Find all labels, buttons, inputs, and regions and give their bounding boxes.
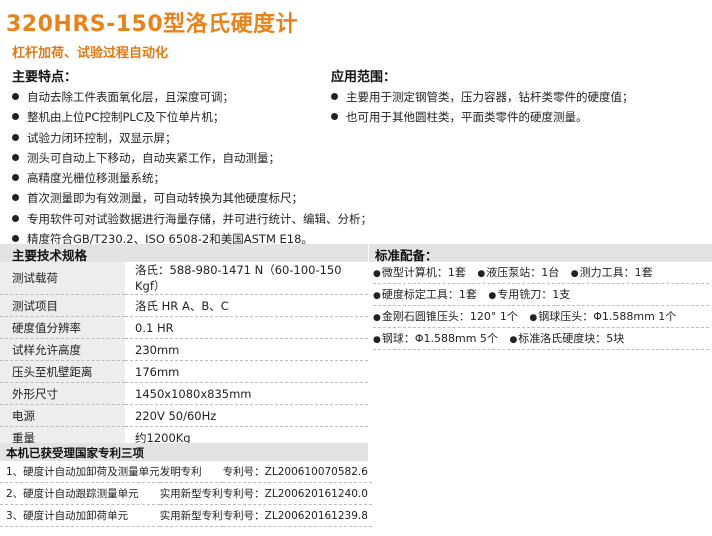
page-subtitle: 杠杆加荷、试验过程自动化 <box>12 46 169 61</box>
bullet-icon: ● <box>373 269 381 279</box>
bullet-icon: ● <box>529 313 538 323</box>
bullet-icon: ● <box>570 269 579 279</box>
feature-item: 高精度光栅位移测量系统； <box>12 168 432 188</box>
standard-row: ●微型计算机：1套 ●液压泵站：1台 ●测力工具：1套 <box>373 262 709 284</box>
bullet-icon: ● <box>373 313 381 323</box>
bullet-icon <box>12 93 19 100</box>
patents-heading: 本机已获受理国家专利三项 <box>6 446 144 460</box>
specs-table: 测试载荷 洛氏：588-980-1471 N（60-100-150 Kgf） 测试… <box>0 262 368 449</box>
patent-row: 3、硬度计自动加卸荷单元 实用新型专利 专利号：ZL200620161239.8 <box>0 504 372 527</box>
bullet-icon: ● <box>373 291 381 301</box>
bullet-icon: ● <box>509 335 518 345</box>
features-heading: 主要特点： <box>12 70 78 85</box>
page-title: 320HRS-150型洛氏硬度计 <box>6 12 299 37</box>
feature-item: 首次测量即为有效测量，可自动转换为其他硬度标尺； <box>12 188 432 208</box>
bullet-icon <box>331 113 338 121</box>
bullet-icon: ● <box>373 335 381 345</box>
bullet-icon <box>12 133 19 141</box>
bullet-icon: ● <box>477 269 486 279</box>
spec-row: 测试载荷 洛氏：588-980-1471 N（60-100-150 Kgf） <box>0 262 368 295</box>
spec-row: 压头至机壁距离 176mm <box>0 360 368 383</box>
spec-row: 电源 220V 50/60Hz <box>0 404 368 427</box>
patents-table: 1、硬度计自动加卸荷及测量单元 发明专利 专利号：ZL200610070582.6 … <box>0 461 372 527</box>
feature-item: 专用软件可对试验数据进行海量存储，并可进行统计、编辑、分析； <box>12 209 432 229</box>
feature-item: 试验力闭环控制，双显示屏； <box>12 128 432 148</box>
feature-item: 测头可自动上下移动，自动夹紧工作，自动测量； <box>12 148 432 168</box>
application-item: 主要用于测定钢管类，压力容器，钻杆类零件的硬度值； <box>331 87 711 107</box>
bullet-icon: ● <box>488 291 497 301</box>
bullet-icon <box>12 113 19 121</box>
bullet-icon <box>12 174 19 182</box>
standard-row: ●钢球：Φ1.588mm 5个 ●标准洛氏硬度块：5块 <box>373 328 709 350</box>
spec-row: 试样允许高度 230mm <box>0 338 368 361</box>
bullet-icon <box>12 194 19 202</box>
standard-list: ●微型计算机：1套 ●液压泵站：1台 ●测力工具：1套 ●硬度标定工具：1套 ●… <box>373 262 709 350</box>
patent-row: 1、硬度计自动加卸荷及测量单元 发明专利 专利号：ZL200610070582.6 <box>0 461 372 483</box>
patent-row: 2、硬度计自动跟踪测量单元 实用新型专利 专利号：ZL200620161240.0 <box>0 482 372 505</box>
application-item: 也可用于其他圆柱类，平面类零件的硬度测量。 <box>331 107 711 127</box>
bullet-icon <box>12 214 19 222</box>
bullet-icon <box>331 93 338 100</box>
spec-row: 硬度值分辨率 0.1 HR <box>0 316 368 339</box>
standard-row: ●金刚石圆锥压头：120° 1个 ●钢球压头：Φ1.588mm 1个 <box>373 306 709 328</box>
spec-row: 外形尺寸 1450x1080x835mm <box>0 382 368 405</box>
applications-list: 主要用于测定钢管类，压力容器，钻杆类零件的硬度值； 也可用于其他圆柱类，平面类零… <box>331 87 711 128</box>
bullet-icon <box>12 235 19 243</box>
bullet-icon <box>12 153 19 161</box>
applications-heading: 应用范围： <box>331 70 397 85</box>
standard-row: ●硬度标定工具：1套 ●专用铣刀：1支 <box>373 284 709 306</box>
spec-row: 测试项目 洛氏 HR A、B、C <box>0 294 368 317</box>
